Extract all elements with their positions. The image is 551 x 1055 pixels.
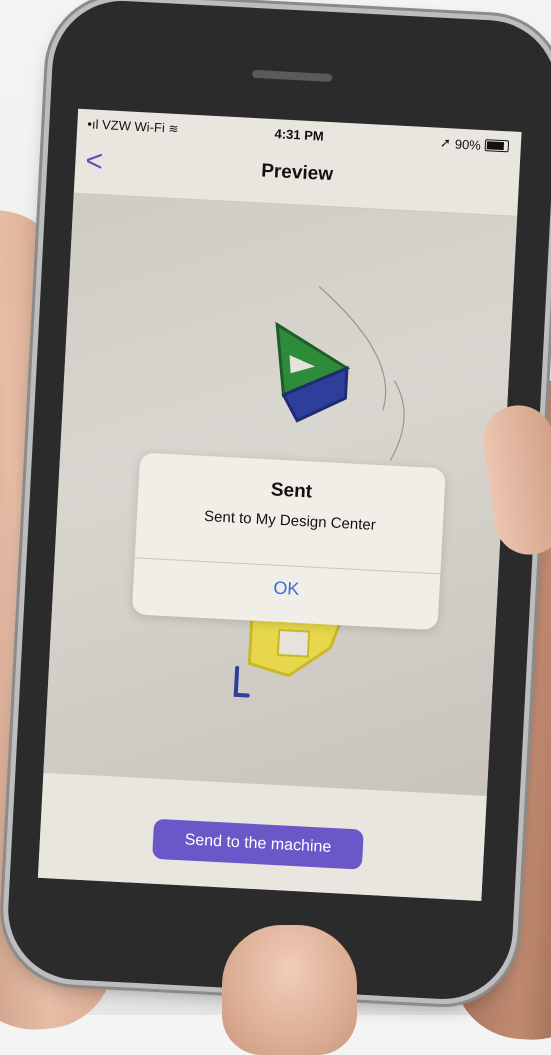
thumb xyxy=(222,925,357,1055)
alert-message: Sent to My Design Center xyxy=(203,507,377,534)
phone-frame: •ıl VZW Wi-Fi ≋ 4:31 PM ➚ 90% < Preview xyxy=(4,0,551,1003)
alert-title: Sent xyxy=(270,479,313,503)
location-icon: ➚ xyxy=(439,134,452,151)
sent-alert-dialog: Sent Sent to My Design Center OK xyxy=(131,452,446,631)
page-title: Preview xyxy=(260,160,334,186)
battery-icon xyxy=(484,139,510,153)
battery-percent: 90% xyxy=(454,136,482,153)
phone-screen: •ıl VZW Wi-Fi ≋ 4:31 PM ➚ 90% < Preview xyxy=(37,108,522,901)
alert-ok-button[interactable]: OK xyxy=(133,570,440,607)
speaker-grille xyxy=(252,69,333,83)
send-to-machine-button[interactable]: Send to the machine xyxy=(152,818,364,870)
bottom-bar: Send to the machine xyxy=(37,772,487,901)
status-right: ➚ 90% xyxy=(440,135,510,155)
